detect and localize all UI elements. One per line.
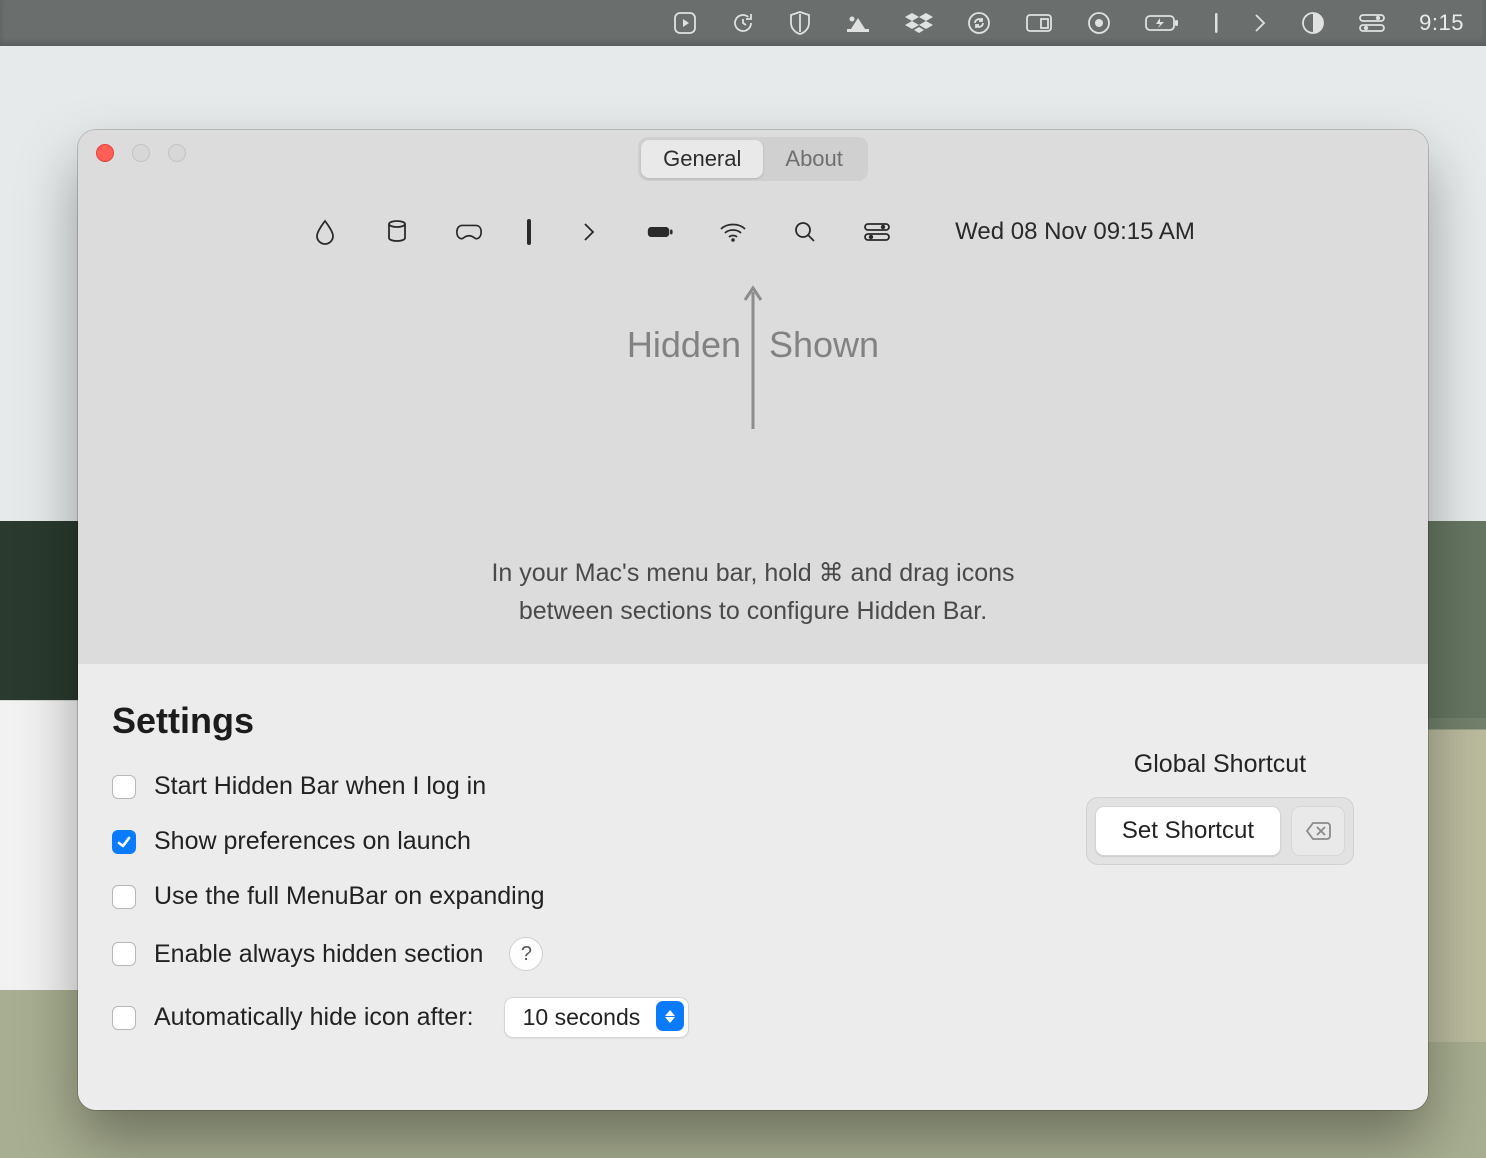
instruction-line1: In your Mac's menu bar, hold ⌘ and drag … — [491, 559, 1014, 587]
time-machine-icon[interactable] — [731, 0, 755, 46]
checkbox-show-prefs[interactable] — [112, 830, 136, 854]
instruction-line2: between sections to configure Hidden Bar… — [519, 597, 987, 625]
search-icon — [791, 218, 819, 246]
window-traffic-lights — [96, 144, 186, 162]
set-shortcut-button[interactable]: Set Shortcut — [1095, 806, 1281, 856]
shortcut-control-group: Set Shortcut — [1086, 797, 1354, 865]
hidden-shown-diagram: Hidden Shown — [503, 274, 1003, 444]
checkbox-full-menubar[interactable] — [112, 885, 136, 909]
menubar-preview: Wed 08 Nov 09:15 AM Hidden Shown In your… — [78, 188, 1428, 664]
option-label: Enable always hidden section — [154, 940, 483, 969]
option-show-prefs: Show preferences on launch — [112, 827, 689, 856]
control-center-icon — [863, 218, 891, 246]
menubar-clock[interactable]: 9:15 — [1419, 10, 1464, 36]
screen-layout-icon[interactable] — [1025, 0, 1053, 46]
preview-menubar: Wed 08 Nov 09:15 AM — [311, 218, 1195, 246]
separator-icon — [527, 219, 531, 245]
sync-circle-icon[interactable] — [967, 0, 991, 46]
checkbox-auto-hide[interactable] — [112, 1006, 136, 1030]
preferences-window: General About — [78, 130, 1428, 1110]
help-button[interactable]: ? — [509, 937, 543, 971]
shown-label: Shown — [769, 324, 879, 366]
clear-shortcut-button[interactable] — [1291, 806, 1345, 856]
settings-heading: Settings — [112, 700, 689, 742]
option-label: Start Hidden Bar when I log in — [154, 772, 486, 801]
battery-charging-icon[interactable] — [1145, 0, 1179, 46]
chevron-right-icon[interactable] — [1253, 0, 1267, 46]
separator-icon[interactable] — [1213, 0, 1219, 46]
option-start-on-login: Start Hidden Bar when I log in — [112, 772, 689, 801]
option-label: Show preferences on launch — [154, 827, 471, 856]
stepper-arrows-icon — [656, 1001, 684, 1031]
global-shortcut-label: Global Shortcut — [1134, 750, 1306, 779]
auto-hide-select[interactable]: 10 seconds — [504, 997, 690, 1038]
drop-icon — [311, 218, 339, 246]
global-shortcut-section: Global Shortcut Set Shortcut — [1086, 750, 1354, 865]
option-label: Automatically hide icon after: — [154, 1003, 474, 1032]
preview-datetime: Wed 08 Nov 09:15 AM — [955, 218, 1195, 246]
tab-general[interactable]: General — [641, 140, 763, 178]
window-close-button[interactable] — [96, 144, 114, 162]
window-minimize-button[interactable] — [132, 144, 150, 162]
shield-icon[interactable] — [789, 0, 811, 46]
settings-left-column: Settings Start Hidden Bar when I log in … — [112, 700, 689, 1038]
instruction-text: In your Mac's menu bar, hold ⌘ and drag … — [491, 555, 1014, 630]
settings-pane: Settings Start Hidden Bar when I log in … — [78, 664, 1428, 1110]
battery-full-icon — [647, 218, 675, 246]
control-center-icon[interactable] — [1359, 0, 1385, 46]
contrast-half-icon[interactable] — [1301, 0, 1325, 46]
system-menubar: 9:15 — [0, 0, 1486, 46]
hidden-label: Hidden — [627, 324, 741, 366]
option-auto-hide: Automatically hide icon after: 10 second… — [112, 997, 689, 1038]
dropbox-icon[interactable] — [905, 0, 933, 46]
play-circle-icon[interactable] — [673, 0, 697, 46]
option-label: Use the full MenuBar on expanding — [154, 882, 545, 911]
option-full-menubar: Use the full MenuBar on expanding — [112, 882, 689, 911]
window-titlebar: General About — [78, 130, 1428, 188]
game-controller-icon — [455, 218, 483, 246]
checkbox-always-hidden[interactable] — [112, 942, 136, 966]
wifi-icon — [719, 218, 747, 246]
record-circle-icon[interactable] — [1087, 0, 1111, 46]
tab-about[interactable]: About — [763, 140, 865, 178]
delete-back-icon — [1305, 821, 1331, 841]
tab-segmented-control: General About — [638, 137, 868, 181]
chevron-right-icon — [575, 218, 603, 246]
picture-landscape-icon[interactable] — [845, 0, 871, 46]
cylinder-icon — [383, 218, 411, 246]
checkbox-start-on-login[interactable] — [112, 775, 136, 799]
option-always-hidden: Enable always hidden section ? — [112, 937, 689, 971]
window-zoom-button[interactable] — [168, 144, 186, 162]
